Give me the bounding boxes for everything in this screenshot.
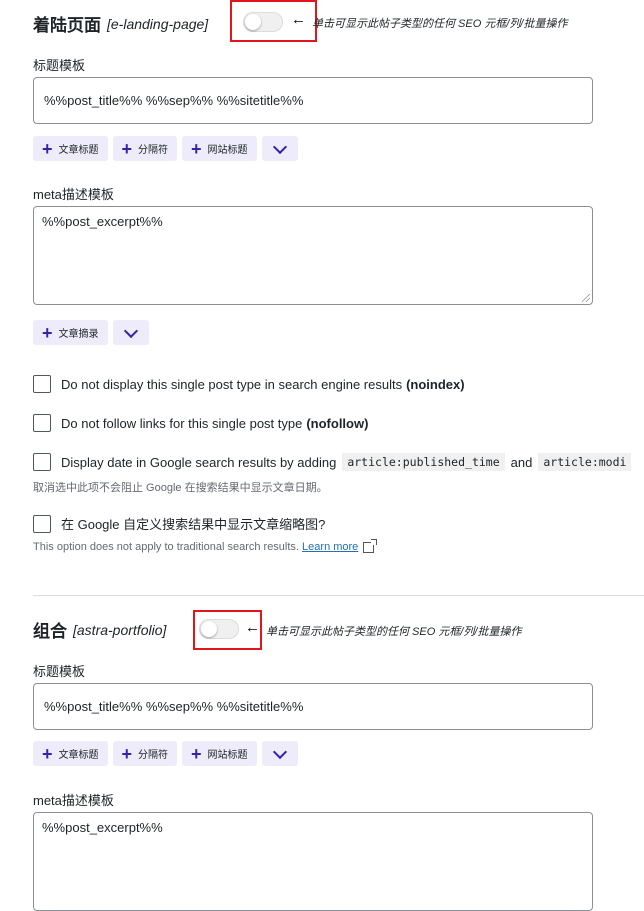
meta-template-label: meta描述模板 (33, 187, 114, 202)
thumbnail-help-text: This option does not apply to traditiona… (33, 538, 378, 553)
button-label: 文章标题 (58, 750, 99, 761)
date-checkbox[interactable] (33, 453, 51, 471)
section-title: 着陆页面 (33, 16, 101, 35)
title-template-input[interactable]: %%post_title%% %%sep%% %%sitetitle%% (33, 683, 593, 730)
section-slug: [astra-portfolio] (73, 621, 167, 638)
nofollow-option[interactable]: Do not follow links for this single post… (33, 414, 368, 432)
toggle-note: 单击可显示此帖子类型的任何 SEO 元框/列/批量操作 (266, 626, 522, 638)
seo-toggle[interactable] (199, 619, 239, 639)
arrow-left-icon: ← (291, 11, 306, 28)
seo-toggle[interactable] (243, 12, 283, 32)
section-divider (33, 595, 644, 596)
title-template-value: %%post_title%% %%sep%% %%sitetitle%% (44, 699, 304, 714)
chevron-down-icon (272, 744, 287, 759)
insert-site-title-button[interactable]: + 网站标题 (182, 741, 257, 766)
checkbox-label-bold: (nofollow) (306, 415, 369, 431)
toggle-note: 单击可显示此帖子类型的任何 SEO 元框/列/批量操作 (312, 18, 568, 30)
insert-post-title-button[interactable]: + 文章标题 (33, 136, 108, 161)
nofollow-checkbox[interactable] (33, 414, 51, 432)
button-label: 网站标题 (207, 145, 248, 156)
meta-template-textarea[interactable]: %%post_excerpt%% (33, 206, 593, 305)
insert-site-title-button[interactable]: + 网站标题 (182, 136, 257, 161)
chevron-down-icon (272, 139, 287, 154)
title-template-input[interactable]: %%post_title%% %%sep%% %%sitetitle%% (33, 77, 593, 124)
insert-excerpt-button[interactable]: + 文章摘录 (33, 320, 108, 345)
plus-icon: + (191, 743, 202, 764)
resize-handle-icon[interactable] (582, 294, 590, 302)
title-variable-buttons: + 文章标题 + 分隔符 + 网站标题 (33, 136, 298, 161)
meta-template-value: %%post_excerpt%% (42, 820, 163, 835)
section-slug: [e-landing-page] (107, 15, 209, 32)
button-label: 网站标题 (207, 750, 248, 761)
date-help-text: 取消选中此项不会阻止 Google 在搜索结果中显示文章日期。 (33, 482, 328, 494)
more-variables-button[interactable] (112, 320, 149, 345)
code-published-time: article:published_time (342, 453, 505, 471)
checkbox-label-and: and (510, 454, 533, 470)
date-option[interactable]: Display date in Google search results by… (33, 453, 637, 471)
section-heading: 组合 [astra-portfolio] (33, 617, 166, 642)
plus-icon: + (191, 138, 202, 159)
button-label: 分隔符 (138, 750, 169, 761)
more-variables-button[interactable] (261, 136, 298, 161)
section-title: 组合 (33, 622, 67, 641)
plus-icon: + (121, 138, 133, 159)
plus-icon: + (42, 322, 53, 343)
checkbox-label: 在 Google 自定义搜索结果中显示文章缩略图? (61, 517, 326, 532)
meta-template-label: meta描述模板 (33, 793, 114, 808)
title-template-value: %%post_title%% %%sep%% %%sitetitle%% (44, 93, 304, 108)
checkbox-label-bold: (noindex) (406, 376, 465, 392)
meta-template-value: %%post_excerpt%% (42, 214, 163, 229)
insert-post-title-button[interactable]: + 文章标题 (33, 741, 108, 766)
noindex-option[interactable]: Do not display this single post type in … (33, 375, 465, 393)
code-modified-time: article:modi (538, 453, 632, 471)
toggle-knob (201, 621, 217, 637)
checkbox-label: Do not follow links for this single post… (61, 415, 303, 431)
more-variables-button[interactable] (261, 741, 298, 766)
thumbnail-option[interactable]: 在 Google 自定义搜索结果中显示文章缩略图? (33, 514, 325, 533)
plus-icon: + (121, 743, 133, 764)
learn-more-link[interactable]: Learn more (302, 541, 358, 553)
noindex-checkbox[interactable] (33, 375, 51, 393)
button-label: 分隔符 (138, 145, 169, 156)
insert-separator-button[interactable]: + 分隔符 (112, 136, 178, 161)
title-variable-buttons: + 文章标题 + 分隔符 + 网站标题 (33, 741, 298, 766)
insert-separator-button[interactable]: + 分隔符 (112, 741, 178, 766)
title-template-label: 标题模板 (33, 58, 86, 73)
external-link-icon (363, 538, 378, 553)
arrow-left-icon: ← (245, 619, 260, 636)
title-template-label: 标题模板 (33, 664, 86, 679)
button-label: 文章摘录 (58, 329, 99, 340)
section-heading: 着陆页面 [e-landing-page] (33, 11, 208, 36)
checkbox-label: Do not display this single post type in … (61, 376, 403, 392)
meta-template-textarea[interactable]: %%post_excerpt%% (33, 812, 593, 911)
thumbnail-checkbox[interactable] (33, 514, 51, 533)
meta-variable-buttons: + 文章摘录 (33, 320, 149, 345)
help-text: This option does not apply to traditiona… (33, 541, 299, 553)
button-label: 文章标题 (58, 145, 99, 156)
chevron-down-icon (123, 323, 138, 338)
plus-icon: + (42, 138, 53, 159)
checkbox-label: Display date in Google search results by… (61, 454, 337, 470)
toggle-knob (245, 14, 261, 30)
plus-icon: + (42, 743, 53, 764)
